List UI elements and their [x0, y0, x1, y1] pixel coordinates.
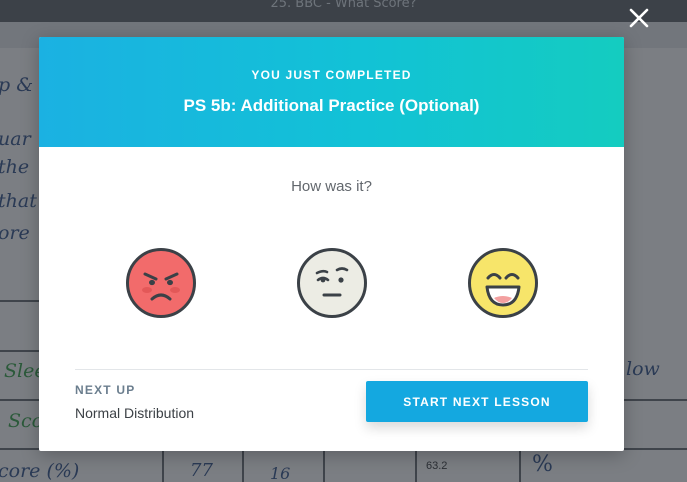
table-line	[624, 399, 687, 401]
start-next-lesson-button[interactable]: START NEXT LESSON	[366, 381, 588, 422]
handwriting-fragment: core (%)	[0, 460, 80, 482]
handwriting-fragment: the	[0, 156, 30, 178]
table-line	[0, 350, 40, 352]
table-cell-value: 77	[190, 460, 213, 481]
happy-face-icon[interactable]	[467, 247, 539, 319]
table-line	[415, 448, 417, 482]
table-line	[323, 448, 325, 482]
table-line	[162, 448, 164, 482]
completed-lesson-title: PS 5b: Additional Practice (Optional)	[183, 96, 480, 115]
background-page-title: 25. BBC - What Score?	[270, 0, 417, 11]
lesson-complete-modal: YOU JUST COMPLETED PS 5b: Additional Pra…	[39, 37, 624, 451]
next-lesson-name: Normal Distribution	[75, 405, 195, 421]
handwriting-fragment: that	[0, 190, 37, 212]
angry-face-icon[interactable]	[125, 247, 197, 319]
table-cell-value: 63.2	[426, 460, 448, 472]
handwriting-fragment: low	[626, 358, 660, 380]
completed-label: YOU JUST COMPLETED	[251, 68, 412, 82]
modal-header: YOU JUST COMPLETED PS 5b: Additional Pra…	[39, 37, 624, 147]
table-line	[519, 448, 521, 482]
handwriting-fragment: uar	[0, 128, 31, 150]
table-line	[242, 448, 244, 482]
table-cell-value: 16	[270, 464, 291, 482]
neutral-face-icon[interactable]	[296, 247, 368, 319]
rating-question: How was it?	[291, 178, 372, 195]
close-icon[interactable]	[627, 6, 651, 30]
background-top-bar: 25. BBC - What Score?	[0, 0, 687, 22]
table-line	[0, 300, 40, 302]
handwriting-fragment: p &	[0, 74, 34, 96]
handwriting-fragment: Sco	[8, 410, 44, 432]
table-line	[0, 399, 40, 401]
next-up-label: NEXT UP	[75, 383, 136, 397]
table-cell-value: %	[532, 452, 553, 477]
section-divider	[75, 369, 588, 370]
handwriting-fragment: ore	[0, 222, 30, 244]
